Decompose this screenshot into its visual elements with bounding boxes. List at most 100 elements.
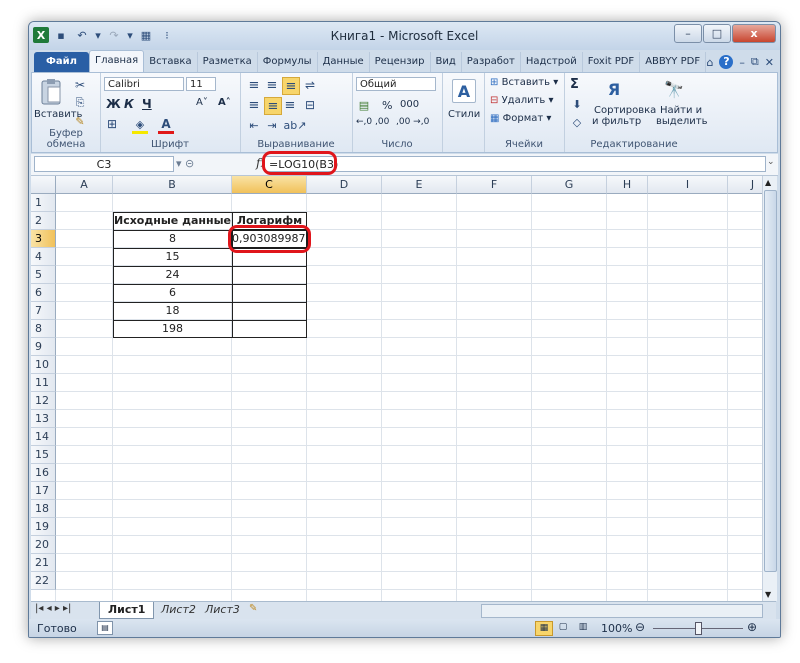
font-grow-icon[interactable]: A˄ (218, 97, 231, 108)
borders-icon[interactable]: ⊞ (104, 117, 120, 131)
app-restore-icon[interactable]: ⧉ (751, 55, 759, 69)
view-page-break-icon[interactable]: ▥ (575, 621, 591, 634)
row-header-20[interactable]: 20 (31, 536, 56, 554)
fill-color-icon[interactable]: ◈ (132, 117, 148, 134)
formula-dropdown-icon[interactable]: ▾ ⊝ (176, 157, 194, 170)
tab-view[interactable]: Вид (431, 52, 462, 72)
clear-icon[interactable]: ◇ (570, 115, 584, 129)
orientation-icon[interactable]: ab↗ (284, 117, 307, 133)
italic-button[interactable]: К (124, 97, 134, 111)
align-left-icon[interactable]: ≡ (246, 97, 262, 113)
decrease-decimal-button[interactable]: ,00 →,0 (396, 117, 429, 127)
cut-icon[interactable]: ✂ (72, 77, 88, 93)
delete-cells-button[interactable]: ⊟ Удалить ▾ (490, 95, 554, 106)
cell-b3[interactable]: 8 (113, 230, 232, 248)
align-middle-icon[interactable]: ≡ (264, 77, 280, 93)
styles-label[interactable]: Стили (448, 109, 480, 120)
tab-layout[interactable]: Разметка (198, 52, 258, 72)
cell-b8[interactable]: 198 (113, 320, 232, 338)
tab-insert[interactable]: Вставка (144, 52, 198, 72)
column-header-e[interactable]: E (382, 176, 457, 194)
row-header-15[interactable]: 15 (31, 446, 56, 464)
tab-file[interactable]: Файл (34, 52, 89, 72)
horizontal-scrollbar[interactable] (481, 604, 763, 618)
row-header-10[interactable]: 10 (31, 356, 56, 374)
find-select-label[interactable]: Найти и (660, 105, 702, 116)
row-header-13[interactable]: 13 (31, 410, 56, 428)
wrap-text-icon[interactable]: ⇌ (302, 77, 318, 93)
row-header-6[interactable]: 6 (31, 284, 56, 302)
number-format-box[interactable]: Общий (356, 77, 436, 91)
close-button[interactable]: x (732, 24, 776, 43)
sheet-tab-1[interactable]: Лист1 (99, 602, 155, 619)
app-minimize-icon[interactable]: – (739, 56, 745, 69)
new-sheet-icon[interactable]: ✎ (249, 603, 257, 614)
row-header-14[interactable]: 14 (31, 428, 56, 446)
sort-filter-label-2[interactable]: и фильтр (592, 116, 641, 127)
styles-icon[interactable]: A (452, 79, 476, 103)
tab-foxit[interactable]: Foxit PDF (583, 52, 641, 72)
row-header-16[interactable]: 16 (31, 464, 56, 482)
merge-icon[interactable]: ⊟ (302, 97, 318, 113)
align-bottom-icon[interactable]: ≡ (282, 77, 300, 95)
maximize-button[interactable]: □ (703, 24, 731, 43)
row-header-2[interactable]: 2 (31, 212, 56, 230)
tab-developer[interactable]: Разработ (462, 52, 521, 72)
cell-b5[interactable]: 24 (113, 266, 232, 284)
paste-icon[interactable] (38, 77, 64, 107)
find-select-label-2[interactable]: выделить (656, 116, 707, 127)
zoom-slider-thumb[interactable] (695, 622, 702, 635)
increase-decimal-button[interactable]: ←,0 ,00 (356, 117, 389, 127)
row-header-11[interactable]: 11 (31, 374, 56, 392)
fill-icon[interactable]: ⬇ (570, 97, 584, 111)
format-cells-button[interactable]: ▦ Формат ▾ (490, 113, 551, 124)
decrease-indent-icon[interactable]: ⇤ (246, 117, 262, 133)
insert-cells-button[interactable]: ⊞ Вставить ▾ (490, 77, 558, 88)
formula-expand-icon[interactable]: ⌄ (767, 157, 777, 171)
underline-button[interactable]: Ч (142, 97, 152, 111)
column-header-c[interactable]: C (232, 176, 307, 194)
increase-indent-icon[interactable]: ⇥ (264, 117, 280, 133)
row-header-4[interactable]: 4 (31, 248, 56, 266)
tab-review[interactable]: Рецензир (370, 52, 431, 72)
thousands-button[interactable]: 000 (400, 99, 419, 110)
row-header-18[interactable]: 18 (31, 500, 56, 518)
font-shrink-icon[interactable]: A˅ (196, 97, 208, 108)
tab-abbyy[interactable]: ABBYY PDF (640, 52, 707, 72)
zoom-in-icon[interactable]: ⊕ (747, 620, 757, 634)
sort-filter-label[interactable]: Сортировка (594, 105, 656, 116)
align-right-icon[interactable]: ≡ (282, 97, 298, 113)
cell-b2[interactable]: Исходные данные (113, 212, 232, 230)
scroll-down-icon[interactable]: ▼ (765, 590, 771, 599)
tab-home[interactable]: Главная (89, 50, 145, 72)
column-header-i[interactable]: I (648, 176, 728, 194)
copy-icon[interactable]: ⎘ (72, 95, 88, 111)
select-all-corner[interactable] (31, 176, 56, 194)
column-header-b[interactable]: B (113, 176, 232, 194)
minimize-button[interactable]: – (674, 24, 702, 43)
name-box[interactable]: C3 (34, 156, 174, 172)
tab-addins[interactable]: Надстрой (521, 52, 583, 72)
row-header-21[interactable]: 21 (31, 554, 56, 572)
scroll-thumb[interactable] (764, 190, 777, 572)
align-top-icon[interactable]: ≡ (246, 77, 262, 93)
currency-icon[interactable]: ▤ (356, 97, 372, 113)
view-normal-icon[interactable]: ▦ (535, 621, 553, 636)
tab-formulas[interactable]: Формулы (258, 52, 318, 72)
vertical-scrollbar[interactable]: ▲ ▼ (762, 176, 777, 601)
zoom-out-icon[interactable]: ⊖ (635, 620, 645, 634)
bold-button[interactable]: Ж (106, 97, 121, 111)
sheet-tab-3[interactable]: Лист3 (197, 602, 248, 618)
column-header-g[interactable]: G (532, 176, 607, 194)
row-header-3[interactable]: 3 (31, 230, 56, 248)
row-header-19[interactable]: 19 (31, 518, 56, 536)
cell-b7[interactable]: 18 (113, 302, 232, 320)
row-header-12[interactable]: 12 (31, 392, 56, 410)
autosum-button[interactable]: Σ (570, 77, 579, 92)
font-color-icon[interactable]: A (158, 117, 174, 134)
column-header-d[interactable]: D (307, 176, 382, 194)
row-header-1[interactable]: 1 (31, 194, 56, 212)
column-header-j[interactable]: J (728, 176, 762, 194)
view-page-layout-icon[interactable]: ▢ (555, 621, 571, 634)
align-center-icon[interactable]: ≡ (264, 97, 282, 115)
